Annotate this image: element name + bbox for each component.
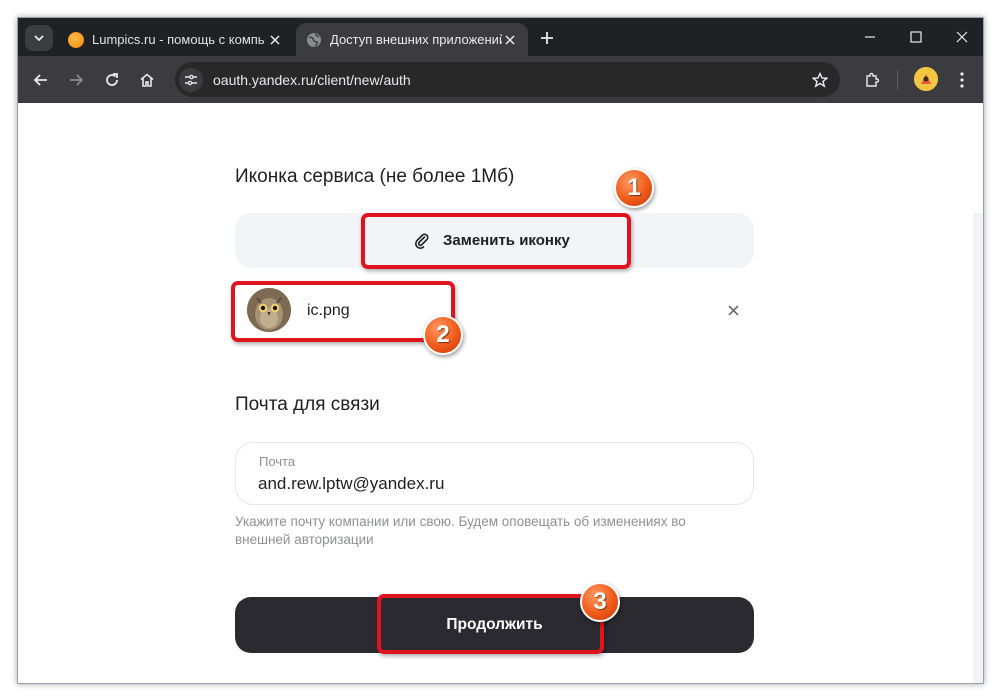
- puzzle-icon: [866, 72, 880, 87]
- page-scrollbar[interactable]: [973, 213, 983, 683]
- star-icon: [812, 71, 828, 88]
- profile-avatar[interactable]: [914, 67, 938, 91]
- address-url: oauth.yandex.ru/client/new/auth: [213, 71, 411, 88]
- maximize-button[interactable]: [893, 18, 939, 56]
- email-field-label: Почта: [259, 454, 296, 469]
- close-icon: [956, 31, 968, 43]
- page-content: Иконка сервиса (не более 1Мб) Заменить и…: [18, 103, 983, 683]
- extensions-button[interactable]: [860, 68, 884, 92]
- tab-search-button[interactable]: [25, 25, 53, 51]
- tab-close-button[interactable]: [502, 32, 518, 48]
- bookmark-button[interactable]: [808, 68, 832, 92]
- tab-close-button[interactable]: [267, 32, 283, 48]
- back-button[interactable]: [28, 67, 54, 93]
- arrow-right-icon: [70, 74, 84, 86]
- tab-lumpics[interactable]: Lumpics.ru - помощь с компь: [58, 23, 293, 56]
- arrow-left-icon: [33, 74, 47, 86]
- close-icon: [505, 34, 515, 45]
- orange-circle-icon: [68, 31, 84, 48]
- tab-strip: Lumpics.ru - помощь с компь Доступ внешн…: [18, 18, 983, 56]
- highlight-file: [231, 281, 455, 342]
- email-section-title: Почта для связи: [235, 394, 380, 415]
- new-tab-button[interactable]: [536, 27, 558, 49]
- maximize-icon: [910, 31, 922, 43]
- forward-button[interactable]: [63, 67, 89, 93]
- close-icon: [727, 304, 739, 316]
- icon-section-title: Иконка сервиса (не более 1Мб): [235, 166, 515, 187]
- email-input[interactable]: [258, 472, 728, 496]
- home-icon: [140, 73, 154, 87]
- site-info-button[interactable]: [179, 67, 203, 92]
- browser-toolbar: oauth.yandex.ru/client/new/auth: [18, 56, 983, 103]
- reload-button[interactable]: [99, 67, 125, 93]
- chevron-down-icon: [34, 35, 44, 42]
- step-marker-1: 1: [614, 168, 654, 208]
- plus-icon: [541, 32, 553, 44]
- profile-icon: [914, 67, 938, 91]
- step-marker-2: 2: [423, 315, 463, 355]
- remove-file-button[interactable]: [725, 302, 741, 318]
- minimize-button[interactable]: [847, 18, 893, 56]
- email-hint: Укажите почту компании или свою. Будем о…: [235, 514, 686, 547]
- minimize-icon: [865, 36, 875, 38]
- close-icon: [270, 34, 280, 45]
- step-marker-3: 3: [580, 582, 620, 622]
- tab-title: Lumpics.ru - помощь с компь: [92, 32, 265, 47]
- more-vertical-icon: [960, 72, 964, 88]
- toolbar-divider: [897, 70, 898, 90]
- highlight-continue: [377, 594, 604, 654]
- globe-icon: [307, 32, 321, 47]
- tab-external-apps[interactable]: Доступ внешних приложений: [296, 23, 528, 56]
- reload-icon: [106, 73, 118, 86]
- home-button[interactable]: [134, 67, 160, 93]
- close-window-button[interactable]: [939, 18, 983, 56]
- highlight-replace-icon: [361, 213, 631, 269]
- tab-title: Доступ внешних приложений: [330, 32, 502, 47]
- browser-window: Lumpics.ru - помощь с компь Доступ внешн…: [17, 17, 984, 684]
- email-field[interactable]: Почта: [235, 442, 754, 505]
- address-bar[interactable]: oauth.yandex.ru/client/new/auth: [175, 62, 840, 97]
- browser-menu-button[interactable]: [952, 68, 972, 92]
- tune-icon: [185, 74, 197, 85]
